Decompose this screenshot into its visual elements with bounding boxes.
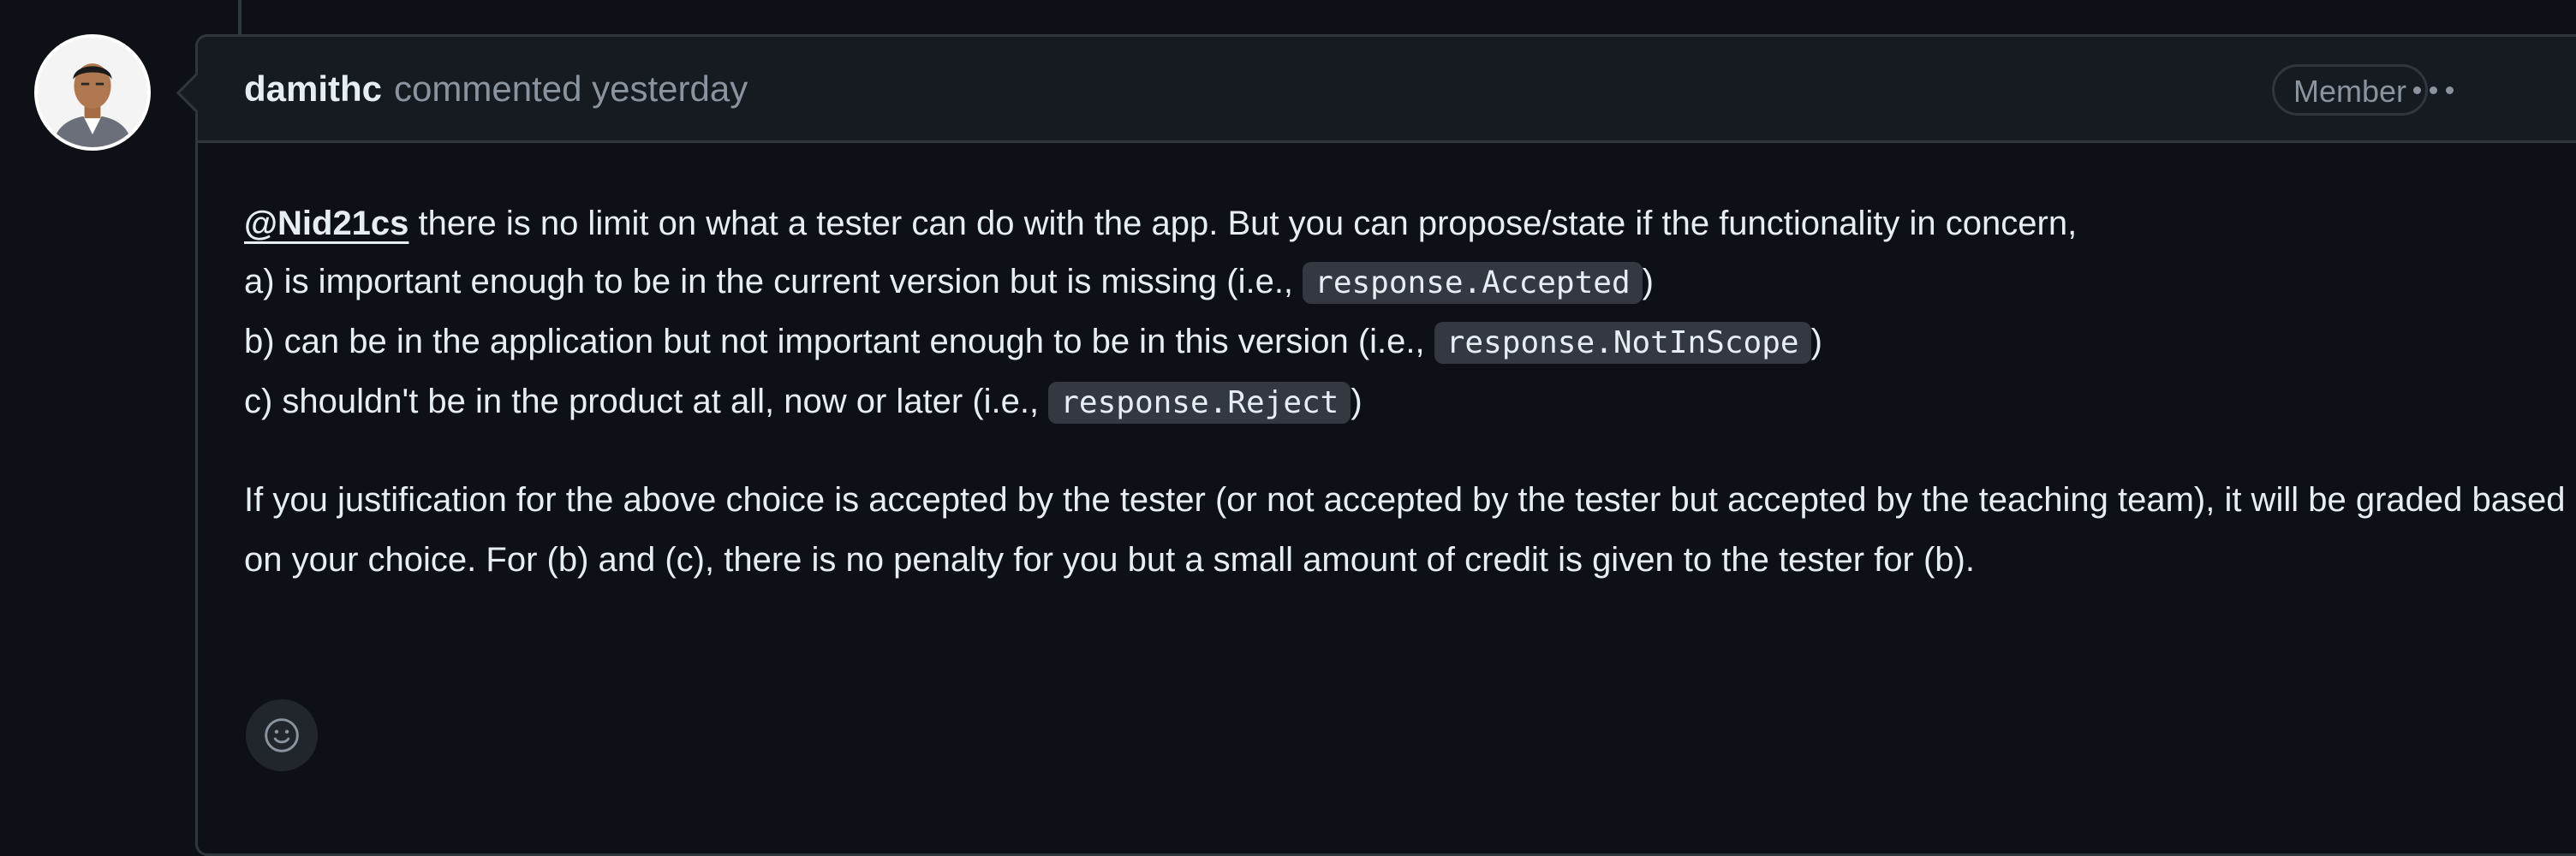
comment-box: damithc commented yesterday Member @Nid2… xyxy=(195,34,2576,856)
smiley-icon xyxy=(265,718,299,752)
comment-body: @Nid21cs there is no limit on what a tes… xyxy=(198,143,2565,590)
body-line-2: a) is important enough to be in the curr… xyxy=(244,253,2561,312)
inline-code: response.Reject xyxy=(1048,382,1351,424)
comment-timestamp[interactable]: commented yesterday xyxy=(394,68,748,110)
body-line-4: c) shouldn't be in the product at all, n… xyxy=(244,372,2561,432)
kebab-horizontal-icon[interactable] xyxy=(2399,66,2467,114)
avatar[interactable] xyxy=(34,34,151,151)
avatar-image xyxy=(38,38,147,147)
inline-code: response.NotInScope xyxy=(1434,322,1811,364)
user-mention-link[interactable]: @Nid21cs xyxy=(244,205,408,242)
timeline-line xyxy=(238,0,242,34)
comment-author[interactable]: damithc xyxy=(244,68,382,110)
body-line-3: b) can be in the application but not imp… xyxy=(244,312,2561,372)
body-paragraph-2: If you justification for the above choic… xyxy=(244,481,2566,579)
comment-header: damithc commented yesterday Member xyxy=(198,37,2576,143)
body-line-1: @Nid21cs there is no limit on what a tes… xyxy=(244,205,2078,242)
add-reaction-button[interactable] xyxy=(246,699,318,771)
inline-code: response.Accepted xyxy=(1303,262,1643,304)
